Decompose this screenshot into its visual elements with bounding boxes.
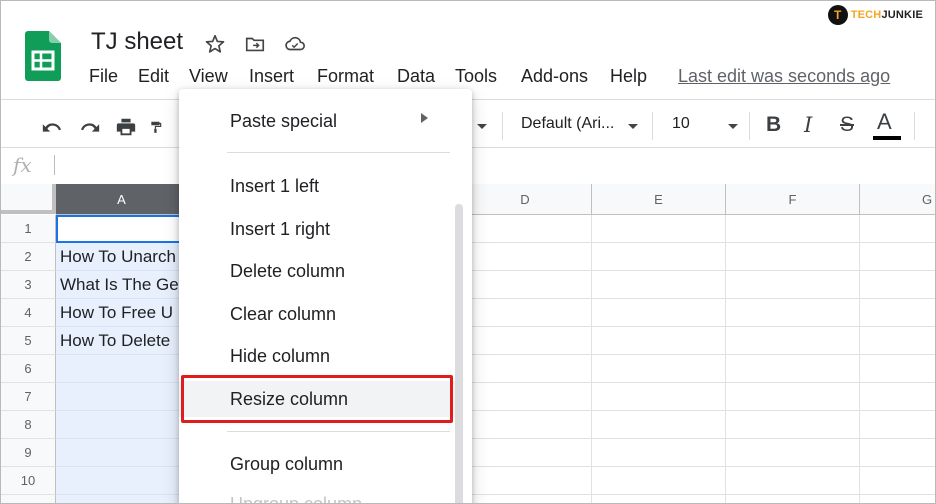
row-header[interactable]: 7 [1, 383, 56, 411]
document-title[interactable]: TJ sheet [91, 28, 183, 56]
font-size-caret-icon[interactable] [728, 124, 738, 129]
cell-a1[interactable] [56, 215, 188, 243]
menu-ungroup-column[interactable]: Ungroup column [179, 486, 459, 504]
menu-hide-column[interactable]: Hide column [179, 338, 459, 374]
sheets-logo-icon[interactable] [25, 31, 61, 81]
column-header-e[interactable]: E [592, 184, 726, 215]
menu-paste-special[interactable]: Paste special [179, 103, 459, 139]
cell-a10[interactable] [56, 467, 188, 495]
menu-insert-1-right[interactable]: Insert 1 right [179, 211, 459, 247]
menu-add-ons[interactable]: Add-ons [521, 66, 588, 87]
cloud-status-icon[interactable] [283, 32, 307, 56]
font-family-select[interactable]: Default (Ari... [521, 115, 614, 133]
star-icon[interactable] [203, 32, 227, 56]
cell-a8[interactable] [56, 411, 188, 439]
menu-data[interactable]: Data [397, 66, 435, 87]
formula-input[interactable] [54, 155, 55, 175]
cell-a5[interactable]: How To Delete [56, 327, 188, 355]
toolbar-separator [652, 112, 653, 140]
print-icon[interactable] [113, 114, 139, 140]
undo-icon[interactable] [39, 114, 65, 140]
toolbar-separator [914, 112, 915, 140]
menu-edit[interactable]: Edit [138, 66, 169, 87]
menu-file[interactable]: File [89, 66, 118, 87]
font-family-caret-icon[interactable] [628, 124, 638, 129]
row-header[interactable]: 1 [1, 215, 56, 243]
toolbar-left [39, 114, 163, 140]
watermark-logo: T [827, 5, 848, 25]
menu-scrollbar[interactable] [455, 204, 463, 503]
menu-insert-1-left[interactable]: Insert 1 left [179, 168, 459, 204]
column-header-a[interactable]: A [56, 184, 188, 215]
font-size-select[interactable]: 10 [672, 115, 690, 133]
menu-help[interactable]: Help [610, 66, 647, 87]
menu-format[interactable]: Format [317, 66, 374, 87]
app-frame: T TECHJUNKIE TJ sheet File Edit View Ins… [0, 0, 936, 504]
menu-clear-column[interactable]: Clear column [179, 296, 459, 332]
highlight-annotation-box [181, 375, 453, 423]
row-header[interactable]: 3 [1, 271, 56, 299]
menu-separator [227, 431, 450, 432]
cell-a2[interactable]: How To Unarch [56, 243, 188, 271]
menu-insert[interactable]: Insert [249, 66, 294, 87]
row-header[interactable]: 4 [1, 299, 56, 327]
strikethrough-button[interactable]: S [840, 113, 854, 137]
cell-a9[interactable] [56, 439, 188, 467]
submenu-arrow-icon [421, 113, 428, 123]
menu-separator [227, 152, 450, 153]
techjunkie-watermark: T TECHJUNKIE [827, 5, 923, 25]
row-header[interactable]: 6 [1, 355, 56, 383]
row-header[interactable]: 2 [1, 243, 56, 271]
last-edit-link[interactable]: Last edit was seconds ago [678, 66, 890, 87]
move-to-folder-icon[interactable] [243, 32, 267, 56]
column-header-d[interactable]: D [459, 184, 592, 215]
row-header[interactable]: 8 [1, 411, 56, 439]
toolbar-separator [502, 112, 503, 140]
column-context-menu: Paste special Insert 1 left Insert 1 rig… [179, 89, 472, 504]
menu-tools[interactable]: Tools [455, 66, 497, 87]
toolbar-separator [749, 112, 750, 140]
menu-delete-column[interactable]: Delete column [179, 253, 459, 289]
paint-format-icon[interactable] [149, 114, 163, 140]
row-header[interactable]: 9 [1, 439, 56, 467]
row-header[interactable]: 5 [1, 327, 56, 355]
menu-group-column[interactable]: Group column [179, 446, 459, 482]
select-all-corner[interactable] [1, 184, 56, 214]
italic-button[interactable]: I [804, 113, 812, 137]
column-header-f[interactable]: F [726, 184, 860, 215]
redo-icon[interactable] [77, 114, 103, 140]
bold-button[interactable]: B [766, 113, 781, 137]
row-header[interactable]: 11 [1, 495, 56, 503]
cell-a3[interactable]: What Is The Ge [56, 271, 188, 299]
cell-a11[interactable] [56, 495, 188, 503]
row-header[interactable]: 10 [1, 467, 56, 495]
zoom-dropdown-caret-icon[interactable] [477, 124, 487, 129]
menu-view[interactable]: View [189, 66, 228, 87]
text-color-button[interactable]: A [877, 109, 892, 135]
cell-a4[interactable]: How To Free U [56, 299, 188, 327]
cell-a6[interactable] [56, 355, 188, 383]
column-header-g[interactable]: G [860, 184, 935, 215]
cell-a7[interactable] [56, 383, 188, 411]
formula-fx-label: fx [13, 153, 32, 177]
text-color-swatch [873, 136, 901, 140]
